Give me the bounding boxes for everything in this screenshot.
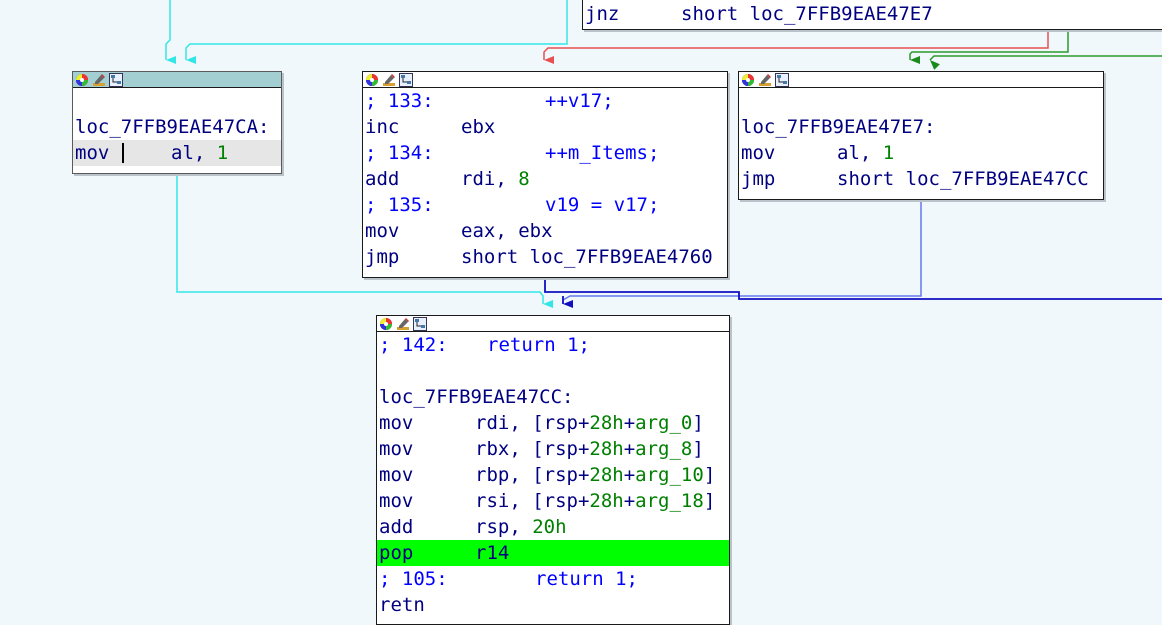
asm-comment[interactable]: ; 134: ++m_Items;	[363, 140, 727, 166]
graph-icon[interactable]	[413, 316, 427, 331]
asm-line[interactable]: jmp short loc_7FFB9EAE4760	[363, 244, 727, 270]
asm-line[interactable]: mov rsi, [rsp+28h+arg_18]	[377, 488, 729, 514]
asm-line-blank	[73, 88, 281, 114]
asm-line[interactable]: mov rdi, [rsp+28h+arg_0]	[377, 410, 729, 436]
asm-line-blank	[377, 358, 729, 384]
edge-cyan-1	[165, 0, 176, 64]
color-wheel-icon[interactable]	[75, 73, 89, 87]
color-wheel-icon[interactable]	[741, 73, 755, 87]
pencil-icon[interactable]	[92, 73, 106, 87]
asm-line-blank	[739, 88, 1103, 114]
graph-node-loc-47e7[interactable]: loc_7FFB9EAE47E7: mov al, 1 jmp short loc_…	[738, 71, 1104, 200]
node-header	[363, 72, 727, 88]
graph-icon[interactable]	[399, 72, 413, 87]
graph-icon[interactable]	[775, 72, 789, 87]
pencil-icon[interactable]	[396, 317, 410, 331]
asm-line-current[interactable]: pop r14	[377, 540, 729, 566]
pencil-icon[interactable]	[382, 73, 396, 87]
node-header	[377, 316, 729, 332]
asm-line[interactable]: mov eax, ebx	[363, 218, 727, 244]
asm-label[interactable]: loc_7FFB9EAE47CC:	[377, 384, 729, 410]
graph-node-loop-body[interactable]: ; 133: ++v17; inc ebx ; 134: ++m_Items; add…	[362, 71, 728, 278]
asm-comment[interactable]: ; 133: ++v17;	[363, 88, 727, 114]
asm-comment[interactable]: ; 142: return 1;	[377, 332, 729, 358]
graph-node-top[interactable]: jnz short loc_7FFB9EAE47E7	[582, 0, 1162, 30]
asm-line[interactable]: jmp short loc_7FFB9EAE47CC	[739, 166, 1103, 192]
asm-line[interactable]: jnz short loc_7FFB9EAE47E7	[583, 0, 1162, 27]
text-cursor	[122, 143, 124, 163]
asm-label[interactable]: loc_7FFB9EAE47E7:	[739, 114, 1103, 140]
color-wheel-icon[interactable]	[379, 317, 393, 331]
asm-line[interactable]: add rdi, 8	[363, 166, 727, 192]
graph-icon[interactable]	[109, 72, 123, 87]
asm-comment[interactable]: ; 135: v19 = v17;	[363, 192, 727, 218]
asm-line[interactable]: mov al, 1	[739, 140, 1103, 166]
graph-node-loc-47ca[interactable]: loc_7FFB9EAE47CA: mov al, 1	[72, 71, 282, 174]
asm-line[interactable]: inc ebx	[363, 114, 727, 140]
edge-green-2	[929, 55, 1162, 70]
color-wheel-icon[interactable]	[365, 73, 379, 87]
pencil-icon[interactable]	[758, 73, 772, 87]
asm-line[interactable]: retn	[377, 592, 729, 618]
asm-line[interactable]: mov rbx, [rsp+28h+arg_8]	[377, 436, 729, 462]
asm-label[interactable]: loc_7FFB9EAE47CA:	[73, 114, 281, 140]
node-header	[739, 72, 1103, 88]
node-header	[73, 72, 281, 88]
asm-line-selected[interactable]: mov al, 1	[73, 140, 281, 166]
asm-line[interactable]: add rsp, 20h	[377, 514, 729, 540]
edge-cyan-2	[185, 0, 568, 64]
graph-node-loc-47cc[interactable]: ; 142: return 1; loc_7FFB9EAE47CC: mov rdi…	[376, 315, 730, 625]
asm-comment[interactable]: ; 105: return 1;	[377, 566, 729, 592]
asm-line[interactable]: mov rbp, [rsp+28h+arg_10]	[377, 462, 729, 488]
